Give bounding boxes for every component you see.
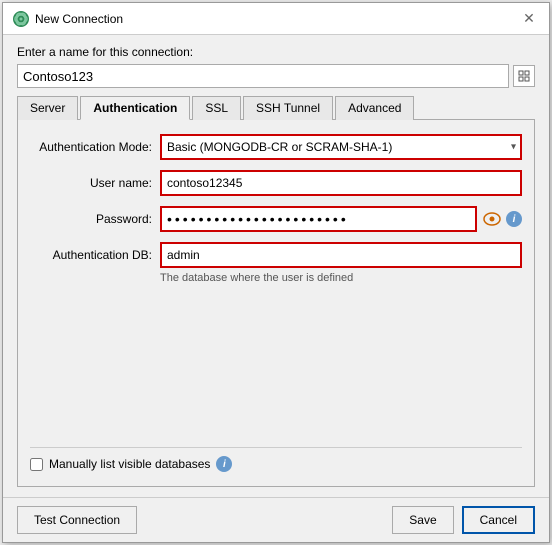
tab-server[interactable]: Server bbox=[17, 96, 78, 120]
test-connection-button[interactable]: Test Connection bbox=[17, 506, 137, 534]
cancel-button[interactable]: Cancel bbox=[462, 506, 535, 534]
auth-mode-control: Basic (MONGODB-CR or SCRAM-SHA-1) ▾ bbox=[160, 134, 522, 160]
tab-content-authentication: Authentication Mode: Basic (MONGODB-CR o… bbox=[17, 120, 535, 487]
auth-mode-label: Authentication Mode: bbox=[30, 140, 160, 154]
tab-ssl[interactable]: SSL bbox=[192, 96, 241, 120]
tab-authentication[interactable]: Authentication bbox=[80, 96, 190, 120]
dialog-body: Enter a name for this connection: Server… bbox=[3, 35, 549, 497]
tab-advanced[interactable]: Advanced bbox=[335, 96, 414, 120]
title-bar: New Connection ✕ bbox=[3, 3, 549, 35]
password-icons: i bbox=[481, 208, 522, 230]
authdb-input[interactable] bbox=[160, 242, 522, 268]
authdb-control bbox=[160, 242, 522, 268]
username-control bbox=[160, 170, 522, 196]
save-button[interactable]: Save bbox=[392, 506, 453, 534]
checkbox-row: Manually list visible databases i bbox=[30, 456, 522, 472]
username-row: User name: bbox=[30, 170, 522, 196]
authdb-label: Authentication DB: bbox=[30, 248, 160, 262]
dialog-footer: Test Connection Save Cancel bbox=[3, 497, 549, 542]
divider bbox=[30, 447, 522, 448]
password-info-icon[interactable]: i bbox=[506, 211, 522, 227]
username-label: User name: bbox=[30, 176, 160, 190]
checkbox-info-icon[interactable]: i bbox=[216, 456, 232, 472]
app-icon bbox=[13, 11, 29, 27]
tab-ssh-tunnel[interactable]: SSH Tunnel bbox=[243, 96, 333, 120]
auth-mode-select[interactable]: Basic (MONGODB-CR or SCRAM-SHA-1) bbox=[160, 134, 522, 160]
username-input[interactable] bbox=[160, 170, 522, 196]
authdb-row: Authentication DB: bbox=[30, 242, 522, 268]
title-bar-left: New Connection bbox=[13, 11, 123, 27]
footer-right-buttons: Save Cancel bbox=[392, 506, 535, 534]
password-input[interactable] bbox=[160, 206, 477, 232]
connection-name-row bbox=[17, 64, 535, 88]
password-row: Password: i bbox=[30, 206, 522, 232]
manually-list-checkbox[interactable] bbox=[30, 458, 43, 471]
title-text: New Connection bbox=[35, 12, 123, 26]
password-control: i bbox=[160, 206, 522, 232]
grid-icon-button[interactable] bbox=[513, 65, 535, 87]
tabs: Server Authentication SSL SSH Tunnel Adv… bbox=[17, 96, 535, 120]
connection-name-input[interactable] bbox=[17, 64, 509, 88]
close-button[interactable]: ✕ bbox=[519, 9, 539, 29]
checkbox-label: Manually list visible databases bbox=[49, 457, 210, 471]
authdb-hint: The database where the user is defined bbox=[160, 272, 522, 284]
toggle-password-button[interactable] bbox=[481, 208, 503, 230]
auth-mode-row: Authentication Mode: Basic (MONGODB-CR o… bbox=[30, 134, 522, 160]
new-connection-dialog: New Connection ✕ Enter a name for this c… bbox=[2, 2, 550, 543]
connection-name-label: Enter a name for this connection: bbox=[17, 45, 535, 59]
password-label: Password: bbox=[30, 212, 160, 226]
